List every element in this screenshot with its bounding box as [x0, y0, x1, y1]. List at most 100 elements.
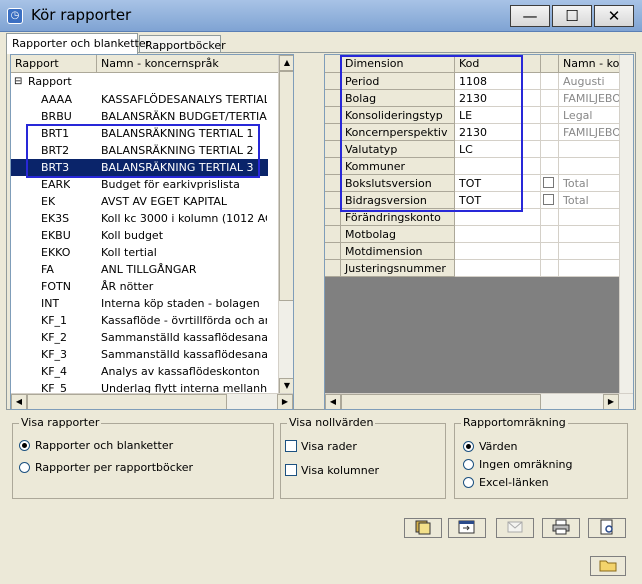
dimension-kod-field[interactable]: [455, 226, 541, 243]
scroll-down-icon[interactable]: ▼: [279, 378, 293, 394]
dimension-row[interactable]: Kommuner: [325, 158, 619, 175]
dimension-row[interactable]: Bokslutsversion TOT Total: [325, 175, 619, 192]
dimension-row[interactable]: Koncernperspektiv2130 FAMILJEBOST: [325, 124, 619, 141]
report-row[interactable]: EK AVST AV EGET KAPITAL: [11, 193, 268, 210]
report-row[interactable]: EARK Budget för earkivprislista: [11, 176, 268, 193]
dimension-kod-field[interactable]: 2130: [455, 124, 541, 141]
scroll-right-icon[interactable]: ▶: [277, 394, 293, 409]
radio-varden[interactable]: [463, 441, 474, 452]
report-row[interactable]: EKBU Koll budget: [11, 227, 268, 244]
scroll-up-icon[interactable]: ▲: [279, 55, 293, 71]
preview-icon[interactable]: [588, 518, 626, 538]
report-row[interactable]: INT Interna köp staden - bolagen: [11, 295, 268, 312]
dimension-check-cell[interactable]: [541, 243, 559, 260]
dimension-kod-field[interactable]: [455, 209, 541, 226]
dimension-checkbox[interactable]: [543, 194, 554, 205]
close-button[interactable]: ✕: [594, 5, 634, 27]
scroll-right-icon[interactable]: ▶: [603, 394, 619, 409]
report-row[interactable]: KF_2 Sammanställd kassaflödesanaly: [11, 329, 268, 346]
dimension-row[interactable]: Bolag2130 FAMILJEBOST: [325, 90, 619, 107]
scroll-left-icon[interactable]: ◀: [11, 394, 27, 409]
report-code: KF_1: [41, 314, 68, 327]
report-row[interactable]: BRT1 BALANSRÄKNING TERTIAL 1: [11, 125, 268, 142]
scroll-thumb-h[interactable]: [341, 394, 541, 409]
column-header-kod[interactable]: Kod: [455, 55, 541, 73]
reports-vertical-scrollbar[interactable]: ▲ ▼: [278, 55, 293, 395]
dimension-row[interactable]: Förändringskonto: [325, 209, 619, 226]
report-row[interactable]: BRT2 BALANSRÄKNING TERTIAL 2: [11, 142, 268, 159]
dimension-check-cell[interactable]: [541, 107, 559, 124]
dimensions-horizontal-scrollbar[interactable]: ◀ ▶: [325, 393, 633, 409]
export-icon[interactable]: [448, 518, 486, 538]
column-header-report[interactable]: Rapport: [11, 55, 97, 73]
report-row[interactable]: FA ANL TILLGÅNGAR: [11, 261, 268, 278]
checkbox-visa-rader[interactable]: [285, 440, 297, 452]
row-header: [325, 73, 341, 90]
tab-reports-and-forms[interactable]: Rapporter och blanketter: [6, 33, 150, 54]
print-icon[interactable]: [542, 518, 580, 538]
dimension-check-cell[interactable]: [541, 175, 559, 192]
dimension-row[interactable]: Motdimension: [325, 243, 619, 260]
dimension-row[interactable]: Period 1108 Augusti: [325, 73, 619, 90]
dimension-check-cell[interactable]: [541, 73, 559, 90]
scroll-thumb-h[interactable]: [27, 394, 227, 409]
dimension-check-cell[interactable]: [541, 226, 559, 243]
tree-root[interactable]: ⊟ Rapport: [11, 73, 279, 90]
report-row[interactable]: EKKO Koll tertial: [11, 244, 268, 261]
dimension-row[interactable]: Justeringsnummer: [325, 260, 619, 277]
column-header-name[interactable]: Namn - koncernspråk: [97, 55, 279, 73]
dimension-kod-field[interactable]: TOT: [455, 192, 541, 209]
dimension-check-cell[interactable]: [541, 158, 559, 175]
email-icon[interactable]: [496, 518, 534, 538]
dimension-check-cell[interactable]: [541, 209, 559, 226]
dimension-kod-field[interactable]: 2130: [455, 90, 541, 107]
tab-report-books[interactable]: Rapportböcker: [139, 35, 226, 53]
dimension-kod-field[interactable]: LC: [455, 141, 541, 158]
dimension-kod-field[interactable]: LE: [455, 107, 541, 124]
dimension-kod-field[interactable]: [455, 260, 541, 277]
report-row[interactable]: KF_4 Analys av kassaflödeskonton: [11, 363, 268, 380]
maximize-button[interactable]: ☐: [552, 5, 592, 27]
dimension-check-cell[interactable]: [541, 192, 559, 209]
dimension-kod-field[interactable]: [455, 243, 541, 260]
radio-reports-per-books[interactable]: [19, 462, 30, 473]
report-row[interactable]: BRT3 BALANSRÄKNING TERTIAL 3: [11, 159, 268, 176]
dimension-row[interactable]: Konsolideringstyp LE Legal: [325, 107, 619, 124]
row-header: [325, 90, 341, 107]
dimensions-grid: Dimension Kod Namn - koncer Period1108Au…: [324, 54, 634, 410]
dimension-row[interactable]: Bidragsversion TOT Total: [325, 192, 619, 209]
dimension-check-cell[interactable]: [541, 90, 559, 107]
scroll-thumb[interactable]: [279, 71, 293, 301]
radio-reports-and-forms[interactable]: [19, 440, 30, 451]
dimension-kod-field[interactable]: TOT: [455, 175, 541, 192]
dimension-check-cell[interactable]: [541, 124, 559, 141]
reports-horizontal-scrollbar[interactable]: ◀ ▶: [11, 393, 293, 409]
radio-ingen-omrakning[interactable]: [463, 459, 474, 470]
checkbox-visa-kolumner[interactable]: [285, 464, 297, 476]
radio-excel-lanken[interactable]: [463, 477, 474, 488]
dimension-row[interactable]: Motbolag: [325, 226, 619, 243]
report-row[interactable]: KF_1 Kassaflöde - övrtillförda och an: [11, 312, 268, 329]
report-row[interactable]: KF_3 Sammanställd kassaflödesanaly: [11, 346, 268, 363]
dimension-row[interactable]: Valutatyp LC: [325, 141, 619, 158]
dimension-check-cell[interactable]: [541, 260, 559, 277]
minimize-button[interactable]: —: [510, 5, 550, 27]
dimension-namn: [559, 226, 619, 243]
report-name: Analys av kassaflödeskonton: [101, 365, 260, 378]
collapse-icon[interactable]: ⊟: [14, 73, 22, 90]
dimensions-vertical-scrollbar[interactable]: [619, 55, 633, 395]
report-row[interactable]: EK3S Koll kc 3000 i kolumn (1012 AC: [11, 210, 268, 227]
report-name: KASSAFLÖDESANALYS TERTIAL: [101, 93, 267, 106]
dimension-checkbox[interactable]: [543, 177, 554, 188]
dimension-kod-field[interactable]: 1108: [455, 73, 541, 90]
report-row[interactable]: AAAA KASSAFLÖDESANALYS TERTIAL: [11, 91, 268, 108]
column-header-dimension[interactable]: Dimension: [341, 55, 455, 73]
dimension-check-cell[interactable]: [541, 141, 559, 158]
run-report-icon[interactable]: [404, 518, 442, 538]
open-folder-icon[interactable]: [590, 556, 626, 576]
report-row[interactable]: FOTN ÅR nötter: [11, 278, 268, 295]
report-row[interactable]: BRBU BALANSRÄKN BUDGET/TERTIAL: [11, 108, 268, 125]
app-icon: ◷: [7, 8, 23, 24]
dimension-kod-field[interactable]: [455, 158, 541, 175]
scroll-left-icon[interactable]: ◀: [325, 394, 341, 409]
